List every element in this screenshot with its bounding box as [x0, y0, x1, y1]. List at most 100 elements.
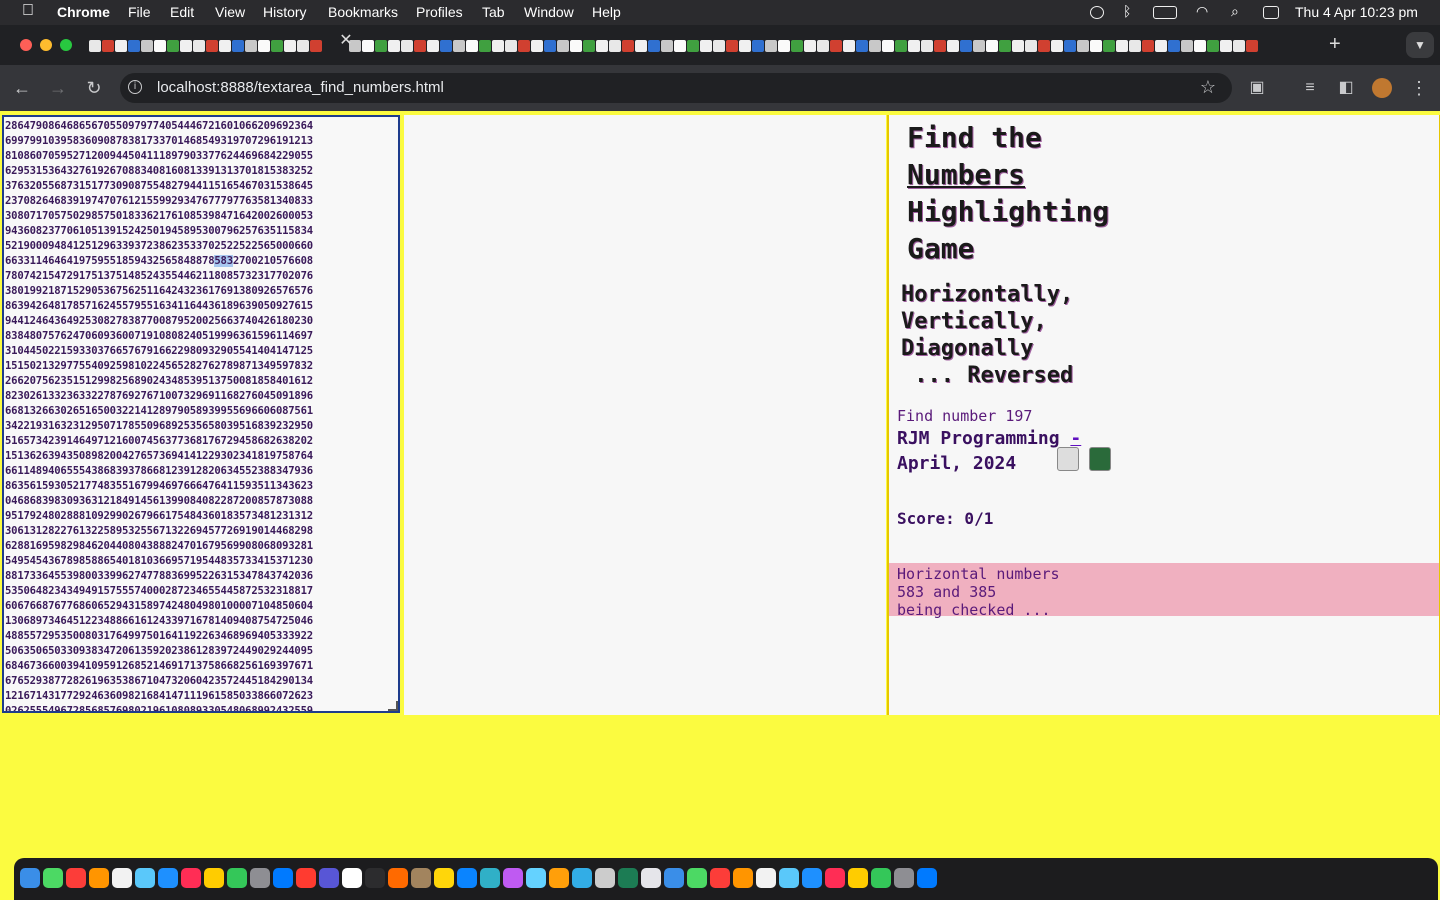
dock-app-icon[interactable]: [894, 868, 914, 888]
dock-app-icon[interactable]: [779, 868, 799, 888]
grid-row[interactable]: 2370826468391974707612155992934767779776…: [5, 194, 398, 209]
profile-avatar[interactable]: [1372, 78, 1392, 98]
grid-row[interactable]: 5219000948412512963393723862353370252252…: [5, 239, 398, 254]
tab-favicon[interactable]: [907, 40, 920, 52]
dock-app-icon[interactable]: [296, 868, 316, 888]
tab-favicon[interactable]: [452, 40, 465, 52]
tab-favicon[interactable]: [634, 40, 647, 52]
address-bar[interactable]: i localhost:8888/textarea_find_numbers.h…: [120, 73, 1232, 103]
tab-favicon[interactable]: [114, 40, 127, 52]
tab-favicon[interactable]: [296, 40, 309, 52]
media-queue-icon[interactable]: ≡: [1299, 77, 1321, 99]
grid-row[interactable]: 6846736600394109591268521469171375866825…: [5, 659, 398, 674]
grid-row[interactable]: 5165734239146497121600745637736817672945…: [5, 434, 398, 449]
spotlight-search-icon[interactable]: ⌕: [1231, 4, 1239, 21]
tab-favicon[interactable]: [1154, 40, 1167, 52]
grid-row[interactable]: 3763205568731517730908755482794411516546…: [5, 179, 398, 194]
dock-app-icon[interactable]: [480, 868, 500, 888]
tab-favicon[interactable]: [582, 40, 595, 52]
dock-app-icon[interactable]: [158, 868, 178, 888]
grid-row[interactable]: 8817336455398003399627477883699522631534…: [5, 569, 398, 584]
tab-favicon[interactable]: [1089, 40, 1102, 52]
tab-favicon[interactable]: [569, 40, 582, 52]
tab-favicon[interactable]: [426, 40, 439, 52]
tab-favicon[interactable]: [465, 40, 478, 52]
tab-favicon[interactable]: [1128, 40, 1141, 52]
tab-favicon[interactable]: [777, 40, 790, 52]
tab-favicon[interactable]: [959, 40, 972, 52]
tab-search-button[interactable]: ▼: [1406, 32, 1434, 58]
wifi-icon[interactable]: ◠: [1196, 4, 1208, 21]
tab-favicon[interactable]: [868, 40, 881, 52]
tab-favicon[interactable]: [101, 40, 114, 52]
grid-row[interactable]: 0468683983093631218491456139908408228720…: [5, 494, 398, 509]
grid-row[interactable]: 8639426481785716245579551634116443618963…: [5, 299, 398, 314]
apple-logo-icon[interactable]: : [22, 2, 34, 19]
grid-row[interactable]: 6067668767768606529431589742480498010000…: [5, 599, 398, 614]
site-info-icon[interactable]: i: [128, 80, 142, 94]
dock-app-icon[interactable]: [112, 868, 132, 888]
menu-tab[interactable]: Tab: [482, 4, 505, 21]
tab-favicon[interactable]: [478, 40, 491, 52]
bluetooth-icon[interactable]: ᛒ: [1123, 4, 1131, 21]
grid-row[interactable]: 5350648234349491575557400028723465544587…: [5, 584, 398, 599]
grid-row[interactable]: 6633114646419759551859432565848878583270…: [5, 254, 398, 269]
tab-favicon[interactable]: [504, 40, 517, 52]
tab-favicon[interactable]: [1167, 40, 1180, 52]
tab-favicon[interactable]: [894, 40, 907, 52]
close-icon[interactable]: ✕: [338, 33, 354, 49]
tab-favicon[interactable]: [1102, 40, 1115, 52]
grid-row[interactable]: 9441246436492530827838770087952002566374…: [5, 314, 398, 329]
grid-row[interactable]: 8230261332363322787692767100732969116827…: [5, 389, 398, 404]
tab-favicon[interactable]: [595, 40, 608, 52]
tab-favicon[interactable]: [270, 40, 283, 52]
tab-favicon[interactable]: [608, 40, 621, 52]
dock-app-icon[interactable]: [43, 868, 63, 888]
selected-number-highlight[interactable]: 583: [214, 255, 233, 267]
bookmark-star-icon[interactable]: ☆: [1200, 77, 1216, 98]
tab-favicon[interactable]: [998, 40, 1011, 52]
tab-favicon[interactable]: [192, 40, 205, 52]
window-close-button[interactable]: [20, 39, 32, 51]
dock-app-icon[interactable]: [917, 868, 937, 888]
reload-button[interactable]: ↻: [83, 77, 105, 99]
dock-app-icon[interactable]: [710, 868, 730, 888]
grid-row[interactable]: 6295315364327619267088340816081339131370…: [5, 164, 398, 179]
credit-link[interactable]: -: [1070, 428, 1081, 449]
dock-app-icon[interactable]: [411, 868, 431, 888]
tab-favicon[interactable]: [790, 40, 803, 52]
window-zoom-button[interactable]: [60, 39, 72, 51]
control-center-icon[interactable]: [1263, 6, 1279, 19]
grid-row[interactable]: 1513626394350898200427657369414122930234…: [5, 449, 398, 464]
grid-row[interactable]: 0262555496728568576980219610808933054806…: [5, 704, 398, 711]
tab-favicon[interactable]: [166, 40, 179, 52]
tab-favicon[interactable]: [1037, 40, 1050, 52]
dock-app-icon[interactable]: [572, 868, 592, 888]
tab-favicon[interactable]: [543, 40, 556, 52]
tab-favicon[interactable]: [153, 40, 166, 52]
tab-strip[interactable]: [88, 36, 1320, 56]
tab-favicon[interactable]: [231, 40, 244, 52]
tab-favicon[interactable]: [972, 40, 985, 52]
tab-favicon[interactable]: [309, 40, 322, 52]
number-grid-text[interactable]: 2864790864686567055097977405444672160106…: [4, 117, 398, 711]
tab-favicon[interactable]: [1245, 40, 1258, 52]
menu-edit[interactable]: Edit: [170, 4, 194, 21]
grid-row[interactable]: 6611489406555438683937866812391282063455…: [5, 464, 398, 479]
dock-app-icon[interactable]: [848, 868, 868, 888]
grid-row[interactable]: 3422193163231295071785509689253565803951…: [5, 419, 398, 434]
tab-favicon[interactable]: [673, 40, 686, 52]
tab-favicon[interactable]: [517, 40, 530, 52]
dock-app-icon[interactable]: [802, 868, 822, 888]
dock-app-icon[interactable]: [733, 868, 753, 888]
tab-favicon[interactable]: [400, 40, 413, 52]
email-share-button[interactable]: [1057, 447, 1079, 471]
grid-row[interactable]: 7807421547291751375148524355446211808573…: [5, 269, 398, 284]
tab-favicon[interactable]: [439, 40, 452, 52]
tab-favicon[interactable]: [218, 40, 231, 52]
tab-favicon[interactable]: [725, 40, 738, 52]
new-tab-button[interactable]: +: [1329, 33, 1341, 55]
tab-favicon[interactable]: [1011, 40, 1024, 52]
grid-row[interactable]: 3080717057502985750183362176108539847164…: [5, 209, 398, 224]
dock-app-icon[interactable]: [687, 868, 707, 888]
